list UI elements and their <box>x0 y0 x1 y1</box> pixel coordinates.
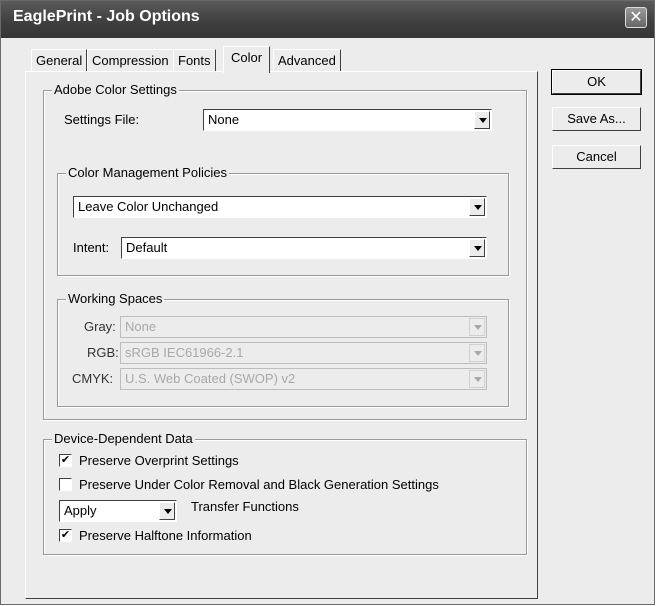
rgb-label: RGB: <box>87 345 119 360</box>
chevron-down-icon[interactable] <box>469 198 485 216</box>
rgb-space-value: sRGB IEC61966-2.1 <box>125 345 244 360</box>
chevron-down-icon[interactable] <box>469 370 485 388</box>
ok-button[interactable]: OK <box>551 69 642 95</box>
checkbox-check-icon[interactable]: ✔ <box>59 454 72 467</box>
chevron-down-icon[interactable] <box>469 239 485 257</box>
intent-value: Default <box>126 240 168 255</box>
rgb-space-select[interactable]: sRGB IEC61966-2.1 <box>120 342 487 364</box>
cmyk-label: CMYK: <box>72 371 114 386</box>
chevron-down-icon[interactable] <box>469 318 485 336</box>
color-management-policies-group: Color Management Policies Leave Color Un… <box>57 165 509 276</box>
working-spaces-group: Working Spaces Gray: None RGB: sRGB IEC6… <box>57 291 509 407</box>
cmyk-space-select[interactable]: U.S. Web Coated (SWOP) v2 <box>120 368 487 390</box>
tab-general[interactable]: General <box>31 49 88 71</box>
working-spaces-legend: Working Spaces <box>66 291 165 306</box>
cmyk-space-value: U.S. Web Coated (SWOP) v2 <box>125 371 296 386</box>
window-title: EaglePrint - Job Options <box>13 8 200 25</box>
tab-compression[interactable]: Compression <box>87 49 174 71</box>
preserve-halftone-label: Preserve Halftone Information <box>79 528 252 543</box>
tab-fonts[interactable]: Fonts <box>173 49 216 71</box>
title-bar[interactable]: EaglePrint - Job Options ✕ <box>1 1 654 38</box>
chevron-down-icon[interactable] <box>474 111 490 129</box>
color-policy-select[interactable]: Leave Color Unchanged <box>73 196 487 218</box>
adobe-color-settings-group: Adobe Color Settings Settings File: None… <box>43 82 527 420</box>
transfer-functions-value: Apply <box>64 503 97 518</box>
transfer-functions-label: Transfer Functions <box>191 499 299 514</box>
preserve-ucr-bg-label: Preserve Under Color Removal and Black G… <box>79 477 439 492</box>
device-dependent-data-legend: Device-Dependent Data <box>52 431 195 446</box>
transfer-functions-select[interactable]: Apply <box>59 500 177 522</box>
gray-space-select[interactable]: None <box>120 316 487 338</box>
settings-file-select[interactable]: None <box>203 109 492 131</box>
adobe-color-settings-legend: Adobe Color Settings <box>52 82 179 97</box>
checkbox-check-icon[interactable]: ✔ <box>59 529 72 542</box>
tab-color[interactable]: Color <box>223 46 271 73</box>
chevron-down-icon[interactable] <box>469 344 485 362</box>
chevron-down-icon[interactable] <box>159 502 175 520</box>
settings-file-label: Settings File: <box>64 112 140 127</box>
checkbox-unchecked-icon[interactable] <box>59 478 72 491</box>
gray-space-value: None <box>125 319 157 334</box>
preserve-overprint-label: Preserve Overprint Settings <box>79 453 239 468</box>
intent-select[interactable]: Default <box>121 237 487 259</box>
gray-label: Gray: <box>84 319 116 334</box>
save-as-button[interactable]: Save As... <box>552 107 641 131</box>
device-dependent-data-group: Device-Dependent Data ✔ Preserve Overpri… <box>43 431 527 555</box>
color-management-policies-legend: Color Management Policies <box>66 165 229 180</box>
intent-label: Intent: <box>73 240 110 255</box>
color-tab-panel: Adobe Color Settings Settings File: None… <box>25 71 538 599</box>
job-options-dialog: EaglePrint - Job Options ✕ General Compr… <box>0 0 655 605</box>
close-icon[interactable]: ✕ <box>625 7 647 28</box>
tab-advanced[interactable]: Advanced <box>273 49 341 71</box>
settings-file-value: None <box>208 112 240 127</box>
color-policy-value: Leave Color Unchanged <box>78 199 219 214</box>
cancel-button[interactable]: Cancel <box>552 145 641 169</box>
